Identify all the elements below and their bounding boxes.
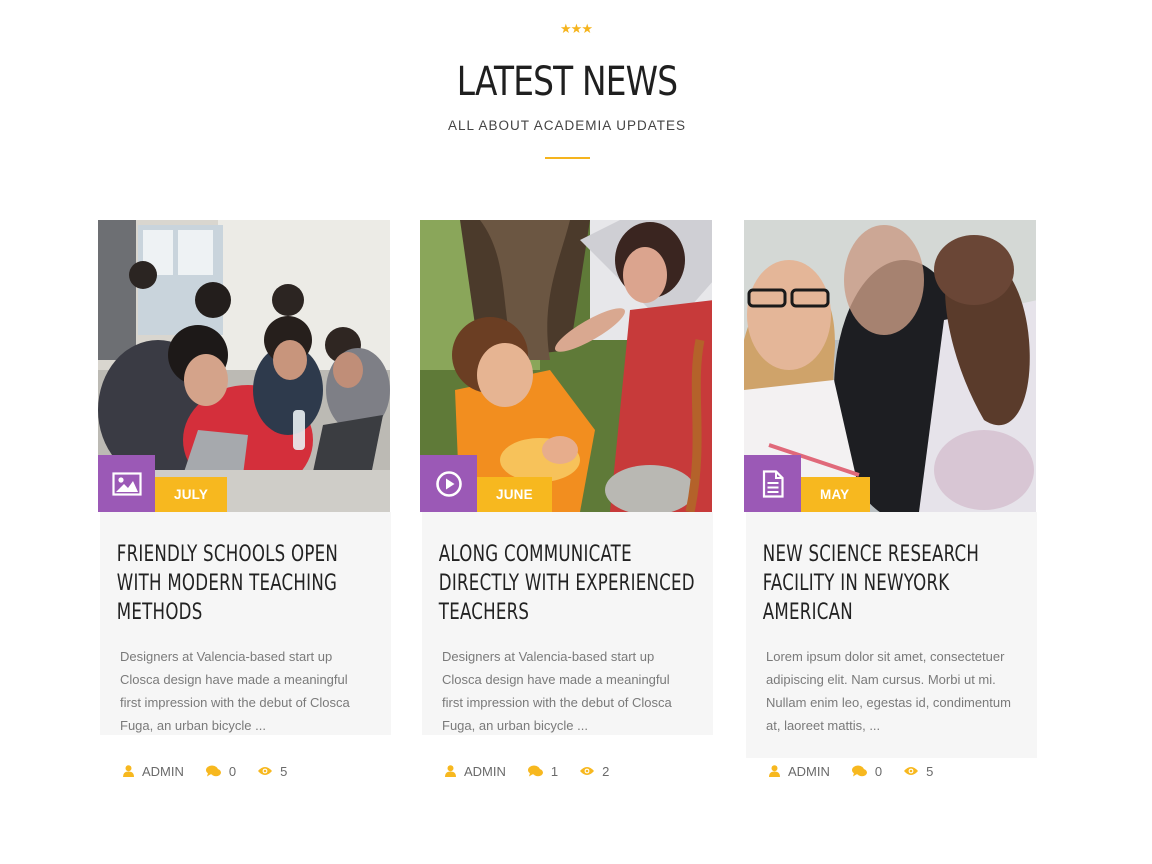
post-title[interactable]: NEW SCIENCE RESEARCH FACILITY IN NEWYORK… (746, 512, 1048, 627)
section-title: LATEST NEWS (456, 59, 678, 105)
view-count: 2 (602, 763, 610, 779)
author-name: ADMIN (788, 763, 830, 779)
view-count: 5 (926, 763, 934, 779)
post-date: MAY 11, 2015 (801, 477, 870, 572)
comment-count: 1 (550, 763, 559, 779)
view-count: 5 (280, 763, 288, 779)
post-comments[interactable]: 0 (205, 763, 237, 779)
author-name: ADMIN (142, 763, 184, 779)
post-meta: ADMIN 0 5 (100, 741, 391, 801)
comments-icon (527, 765, 543, 777)
post-meta: ADMIN 0 5 (746, 741, 1037, 801)
post-author[interactable]: ADMIN (445, 764, 506, 779)
comments-icon (205, 765, 221, 777)
post-author[interactable]: ADMIN (123, 764, 184, 779)
image-icon (111, 471, 142, 496)
post-meta: ADMIN 1 2 (422, 741, 713, 801)
post-comments[interactable]: 0 (851, 763, 883, 779)
post-body: FRIENDLY SCHOOLS OPEN WITH MODERN TEACHI… (100, 512, 391, 779)
section-subtitle: ALL ABOUT ACADEMIA UPDATES (447, 118, 687, 133)
play-icon (435, 470, 462, 497)
post-author[interactable]: ADMIN (769, 764, 830, 779)
post-excerpt: Lorem ipsum dolor sit amet, consectetuer… (766, 649, 1011, 733)
document-icon (762, 469, 784, 498)
post-format-badge (744, 455, 801, 512)
section-divider (545, 157, 590, 159)
post-views: 5 (904, 764, 933, 779)
comment-count: 0 (874, 763, 883, 779)
section-stars: ★★★ (560, 21, 593, 36)
author-name: ADMIN (464, 763, 506, 779)
user-icon (123, 765, 134, 777)
user-icon (769, 765, 780, 777)
post-views: 5 (258, 764, 287, 779)
post-format-badge (420, 455, 477, 512)
user-icon (445, 765, 456, 777)
comments-icon (851, 765, 867, 777)
post-body: NEW SCIENCE RESEARCH FACILITY IN NEWYORK… (746, 512, 1037, 779)
post-excerpt: Designers at Valencia-based start up Clo… (442, 649, 672, 733)
comment-count: 0 (228, 763, 237, 779)
post-format-badge (98, 455, 155, 512)
post-excerpt: Designers at Valencia-based start up Clo… (120, 649, 350, 733)
post-views: 2 (580, 764, 609, 779)
post-title[interactable]: ALONG COMMUNICATE DIRECTLY WITH EXPERIEN… (422, 512, 724, 627)
post-body: ALONG COMMUNICATE DIRECTLY WITH EXPERIEN… (422, 512, 713, 779)
post-date: JUNE 1, 2015 (477, 477, 552, 572)
eye-icon (904, 767, 919, 775)
eye-icon (580, 767, 595, 775)
post-date: JULY 27, 2015 (155, 477, 227, 572)
eye-icon (258, 767, 273, 775)
post-comments[interactable]: 1 (527, 763, 559, 779)
post-title[interactable]: FRIENDLY SCHOOLS OPEN WITH MODERN TEACHI… (100, 512, 402, 627)
